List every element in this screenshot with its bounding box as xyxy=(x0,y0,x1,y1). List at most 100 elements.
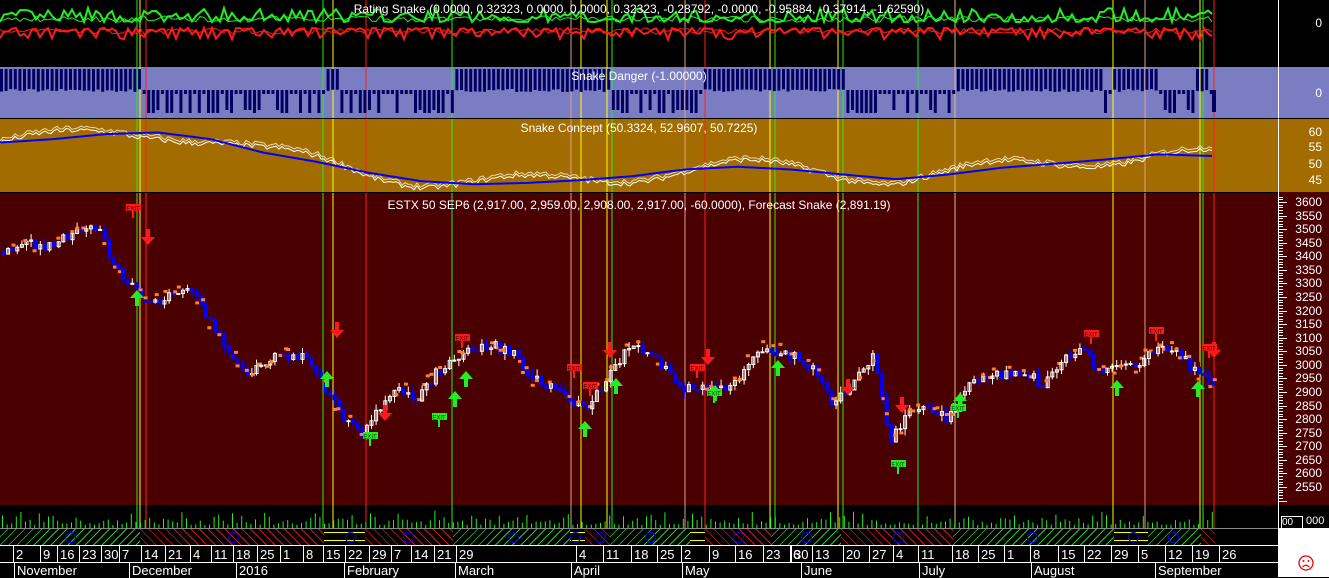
price-axis-tick xyxy=(1279,261,1283,263)
danger-bar xyxy=(225,90,229,110)
volume-bar xyxy=(1142,516,1144,528)
volume-plot xyxy=(2,505,1215,528)
volume-bar xyxy=(2,515,3,528)
forecast-snake-dot xyxy=(778,342,783,346)
forecast-snake-dot xyxy=(1187,354,1192,358)
danger-bar xyxy=(345,90,348,94)
forecast-snake-dot xyxy=(1044,379,1049,383)
price-axis-tick xyxy=(1279,473,1287,475)
forecast-snake-dot xyxy=(935,406,940,410)
date-tick-label: 14 xyxy=(411,546,428,563)
price-axis-label: 3150 xyxy=(1295,317,1322,332)
candle-body xyxy=(351,420,356,424)
date-tick-label: 15 xyxy=(1058,546,1075,563)
candle-body xyxy=(806,363,811,370)
status-face-icon xyxy=(403,532,414,543)
danger-bar xyxy=(427,90,431,113)
date-tick-label: 8 xyxy=(303,546,313,563)
danger-bar xyxy=(690,90,693,113)
price-axis-tick xyxy=(1279,324,1287,326)
volume-bar xyxy=(751,511,753,528)
danger-bar xyxy=(280,90,284,113)
price-axis-tick xyxy=(1279,367,1283,369)
volume-bar xyxy=(310,517,312,528)
candle-body xyxy=(42,244,47,251)
candle-body xyxy=(470,347,475,352)
danger-bar xyxy=(170,90,174,113)
candle-body xyxy=(438,368,443,374)
status-area xyxy=(1278,545,1329,577)
date-tick-label: 15 xyxy=(323,546,340,563)
candle-body xyxy=(259,364,264,367)
candle-body xyxy=(10,248,15,252)
month-label: April xyxy=(571,563,600,578)
price-axis-tick xyxy=(1279,354,1283,355)
volume-bar xyxy=(1000,518,1002,528)
danger-bar xyxy=(377,90,381,113)
candle-body xyxy=(1114,364,1119,367)
volume-bar xyxy=(374,516,376,528)
volume-bar xyxy=(149,517,151,528)
price-axis-tick xyxy=(1279,202,1287,203)
volume-bar xyxy=(144,520,146,528)
volume-bar xyxy=(471,515,473,528)
candle-body xyxy=(797,351,802,362)
date-tick-label: 5 xyxy=(1138,546,1148,563)
forecast-snake-dot xyxy=(143,296,148,300)
volume-bar xyxy=(1207,520,1209,528)
forecast-snake-dot xyxy=(394,393,399,397)
danger-bar xyxy=(685,90,689,110)
price-plot[interactable]: EXIT EXIT EXIT EXIT EXIT EXIT EXIT EXIT EXIT EXIT… xyxy=(0,193,1278,506)
volume-bar xyxy=(434,510,436,528)
forecast-snake-dot xyxy=(605,378,610,382)
candle-body xyxy=(544,384,549,389)
status-face-icon xyxy=(645,532,656,543)
forecast-snake-dot xyxy=(278,353,283,357)
forecast-snake-dot xyxy=(176,285,181,289)
volume-bar xyxy=(75,517,77,528)
sad-face-icon[interactable] xyxy=(1296,553,1316,573)
candle-body xyxy=(1091,353,1096,369)
candle-body xyxy=(1008,370,1013,377)
danger-bar xyxy=(446,90,450,94)
volume-bar xyxy=(632,520,634,528)
candle-body xyxy=(93,225,98,231)
status-face-icon xyxy=(65,532,76,543)
candle-body xyxy=(194,290,199,296)
volume-bar xyxy=(167,519,169,528)
date-tick-label: 18 xyxy=(631,546,648,563)
danger-bar xyxy=(1186,90,1190,110)
candle-body xyxy=(98,228,103,231)
price-axis-tick xyxy=(1279,278,1283,279)
danger-bar xyxy=(308,90,312,113)
concept-axis: 60 55 50 45 xyxy=(1278,118,1329,193)
price-axis-tick xyxy=(1279,457,1283,459)
volume-bar xyxy=(972,520,974,528)
volume-bar xyxy=(172,521,174,528)
price-axis-tick xyxy=(1279,291,1283,293)
volume-bar xyxy=(701,516,703,528)
danger-bar xyxy=(699,90,703,94)
candle-body xyxy=(659,357,664,369)
forecast-snake-dot xyxy=(1212,378,1217,382)
price-axis-label: 2600 xyxy=(1295,466,1322,481)
candle-body xyxy=(654,354,659,359)
danger-bar xyxy=(855,90,859,113)
danger-bar xyxy=(151,90,155,113)
forecast-snake-dot xyxy=(1021,369,1026,373)
forecast-snake-dot xyxy=(636,340,641,344)
price-axis-tick xyxy=(1279,204,1283,206)
volume-bar xyxy=(774,517,776,528)
danger-bar xyxy=(340,90,344,113)
volume-bar xyxy=(489,519,491,528)
date-tick-label: 29 xyxy=(1111,546,1128,563)
price-axis-tick xyxy=(1279,370,1283,372)
danger-bar xyxy=(285,90,289,113)
month-label: June xyxy=(801,563,832,578)
date-tick-label: 21 xyxy=(434,546,451,563)
danger-bar xyxy=(243,90,247,110)
price-axis-tick xyxy=(1279,223,1283,225)
price-axis-tick xyxy=(1279,210,1283,212)
danger-bar xyxy=(156,90,160,110)
volume-bar xyxy=(1014,515,1015,528)
